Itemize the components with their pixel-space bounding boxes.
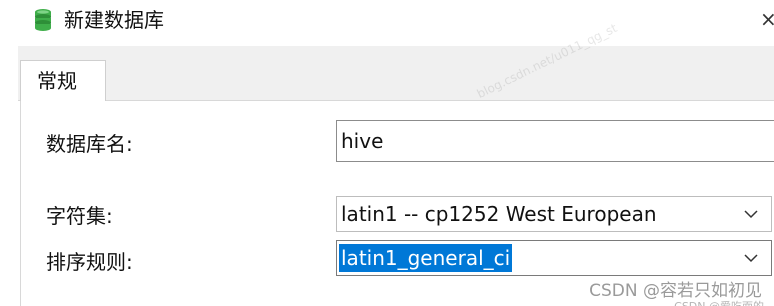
dialog-title: 新建数据库 xyxy=(64,8,164,32)
tab-general-label: 常规 xyxy=(37,69,77,93)
charset-label: 字符集: xyxy=(46,204,113,228)
close-icon[interactable]: × xyxy=(760,8,774,30)
database-icon xyxy=(35,9,51,31)
csdn-watermark-secondary: CSDN @爱吃面的 xyxy=(674,298,764,306)
title-bar: 新建数据库 × xyxy=(0,0,774,40)
collation-select[interactable]: latin1_general_ci xyxy=(336,240,772,276)
db-name-label: 数据库名: xyxy=(46,132,133,156)
chevron-down-icon[interactable] xyxy=(743,206,759,222)
charset-value: latin1 -- cp1252 West European xyxy=(341,202,657,226)
collation-label: 排序规则: xyxy=(46,250,133,274)
tab-general[interactable]: 常规 xyxy=(20,60,106,102)
charset-select[interactable]: latin1 -- cp1252 West European xyxy=(336,196,772,232)
tab-strip xyxy=(18,46,774,101)
collation-value: latin1_general_ci xyxy=(339,244,513,272)
db-name-input[interactable]: hive xyxy=(336,120,774,162)
chevron-down-icon[interactable] xyxy=(743,250,759,266)
new-database-dialog: 新建数据库 × 常规 blog.csdn.net/u011_qg_st 数据库名… xyxy=(0,0,774,306)
